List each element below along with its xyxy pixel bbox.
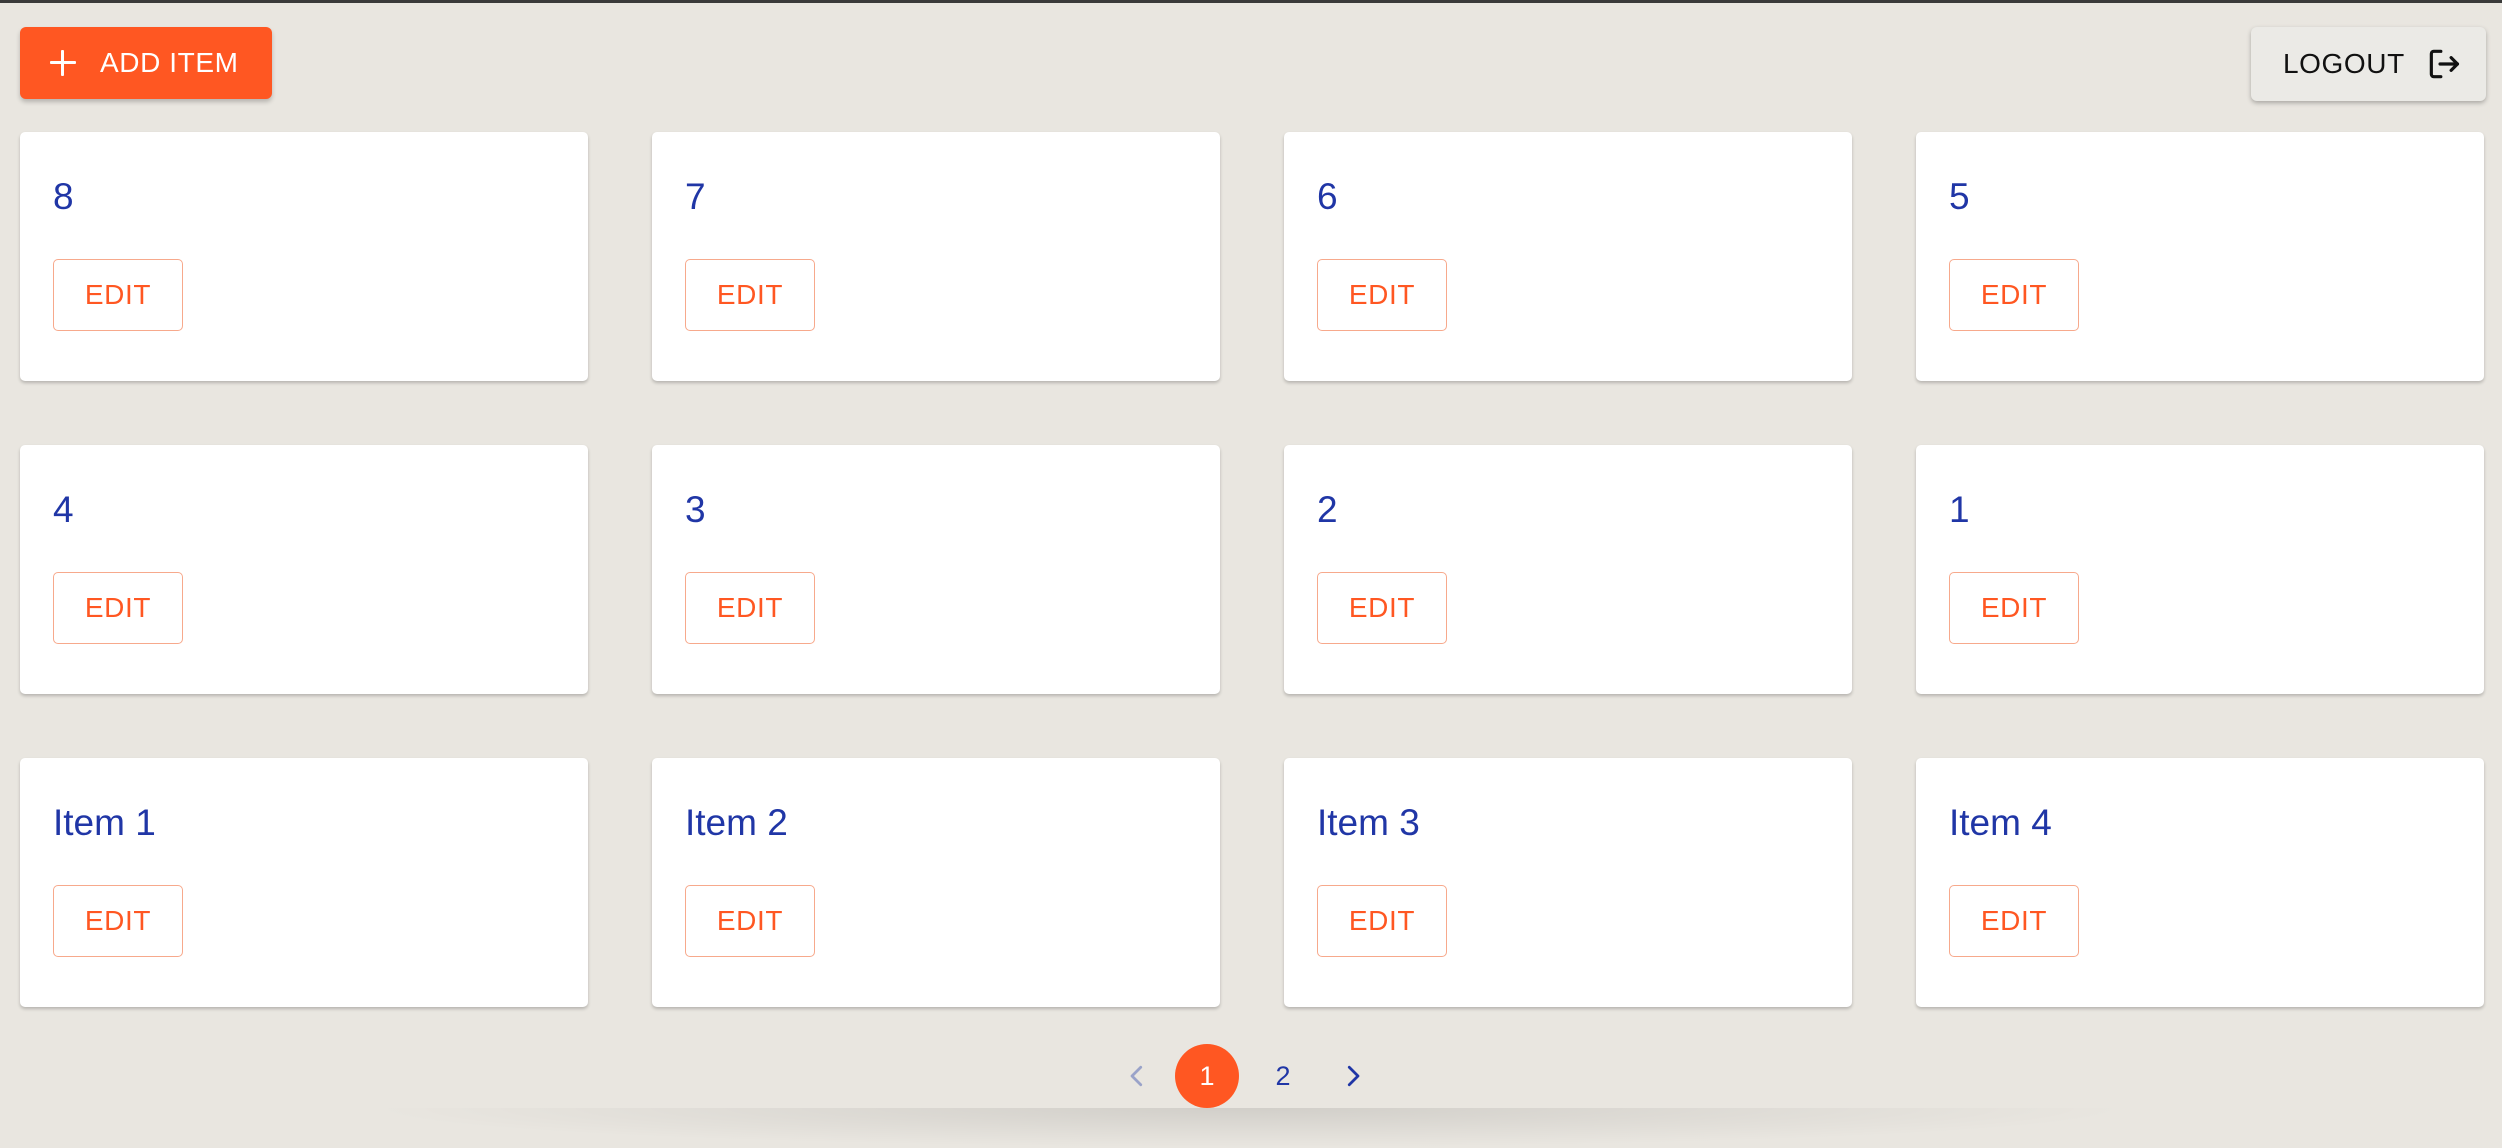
item-card: 8 EDIT [20, 132, 588, 381]
chevron-left-icon [1130, 1065, 1143, 1087]
item-card: Item 1 EDIT [20, 758, 588, 1007]
item-title: Item 2 [685, 802, 788, 843]
item-title: 7 [685, 176, 706, 217]
item-card: 6 EDIT [1284, 132, 1852, 381]
item-card: 7 EDIT [652, 132, 1220, 381]
item-title: Item 3 [1317, 802, 1420, 843]
item-title: 8 [53, 176, 74, 217]
plus-icon [48, 48, 78, 78]
edit-button[interactable]: EDIT [53, 572, 183, 644]
edit-button[interactable]: EDIT [1949, 259, 2079, 331]
item-title: 1 [1949, 489, 1970, 530]
edit-button[interactable]: EDIT [685, 572, 815, 644]
edit-button[interactable]: EDIT [685, 885, 815, 957]
item-title: 3 [685, 489, 706, 530]
add-item-label: ADD ITEM [100, 47, 239, 78]
page-1-button[interactable]: 1 [1175, 1044, 1239, 1108]
edit-button[interactable]: EDIT [53, 885, 183, 957]
chevron-right-icon [1347, 1065, 1360, 1087]
item-card: 2 EDIT [1284, 445, 1852, 694]
page-2-button[interactable]: 2 [1251, 1044, 1315, 1108]
item-card: 5 EDIT [1916, 132, 2484, 381]
edit-button[interactable]: EDIT [1949, 885, 2079, 957]
item-title: Item 1 [53, 802, 156, 843]
item-title: 4 [53, 489, 74, 530]
add-item-button[interactable]: ADD ITEM [20, 27, 272, 99]
item-card: Item 4 EDIT [1916, 758, 2484, 1007]
previous-page-button[interactable] [1105, 1044, 1169, 1108]
edit-button[interactable]: EDIT [1317, 572, 1447, 644]
item-card: Item 2 EDIT [652, 758, 1220, 1007]
logout-button[interactable]: LOGOUT [2251, 27, 2486, 101]
edit-button[interactable]: EDIT [1317, 885, 1447, 957]
edit-button[interactable]: EDIT [53, 259, 183, 331]
edit-button[interactable]: EDIT [1317, 259, 1447, 331]
logout-icon [2429, 49, 2459, 79]
item-title: Item 4 [1949, 802, 2052, 843]
item-title: 6 [1317, 176, 1338, 217]
bottom-shadow [360, 1108, 2140, 1148]
item-card: 1 EDIT [1916, 445, 2484, 694]
item-card: 3 EDIT [652, 445, 1220, 694]
item-title: 2 [1317, 489, 1338, 530]
item-card: 4 EDIT [20, 445, 588, 694]
edit-button[interactable]: EDIT [685, 259, 815, 331]
top-border [0, 0, 2502, 3]
pagination: 1 2 [1105, 1044, 1385, 1108]
edit-button[interactable]: EDIT [1949, 572, 2079, 644]
logout-label: LOGOUT [2283, 48, 2405, 79]
item-title: 5 [1949, 176, 1970, 217]
item-grid: 8 EDIT 7 EDIT 6 EDIT 5 EDIT 4 EDIT 3 EDI… [20, 132, 2486, 1007]
item-card: Item 3 EDIT [1284, 758, 1852, 1007]
next-page-button[interactable] [1321, 1044, 1385, 1108]
